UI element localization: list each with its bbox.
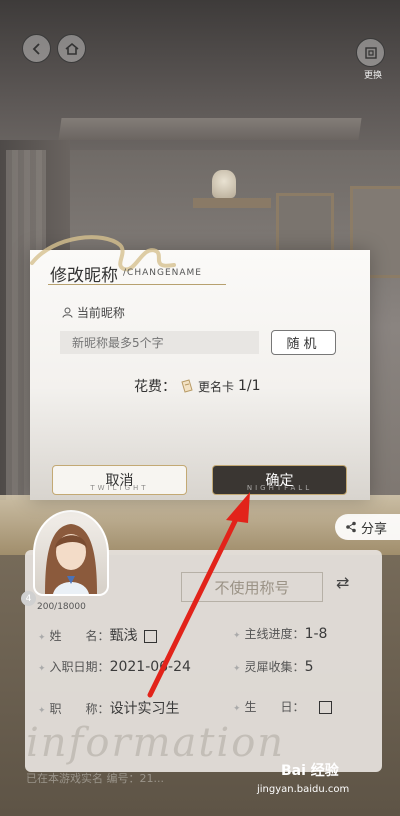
current-nickname-text: 当前昵称	[76, 306, 125, 320]
avatar[interactable]	[33, 510, 109, 596]
edit-birthday-icon[interactable]	[318, 700, 332, 714]
collect-value: 5	[304, 659, 314, 675]
collect-row: ✦ 灵犀收集：5	[233, 658, 313, 675]
back-button[interactable]	[22, 34, 51, 63]
dialog-title-en: /CHANGENAME	[123, 268, 202, 278]
join-date-row: ✦ 入职日期：2021-06-24	[38, 658, 191, 675]
title-divider	[48, 284, 226, 285]
nickname-input[interactable]	[60, 331, 259, 354]
birthday-label: 生 日：	[244, 700, 305, 714]
cost-label: 花费：	[134, 379, 176, 395]
job-row: ✦ 职 称：设计实习生	[38, 698, 180, 718]
home-icon	[64, 42, 79, 55]
current-nickname-label: 当前昵称	[62, 304, 125, 321]
bullet-icon: ✦	[233, 704, 241, 714]
name-row: ✦ 姓 名：甄浅	[38, 625, 157, 645]
script-watermark: information	[26, 720, 286, 766]
join-date-label: 入职日期：	[49, 660, 110, 674]
confirm-sublabel: NIGHTFALL	[246, 484, 313, 492]
rename-card-icon	[181, 379, 193, 393]
change-name-dialog	[30, 250, 370, 500]
exp-value: 200/18000	[37, 602, 86, 612]
dialog-title: 修改昵称	[50, 266, 118, 286]
cost-item-name: 更名卡	[198, 379, 235, 394]
join-date-value: 2021-06-24	[109, 659, 191, 675]
bullet-icon: ✦	[38, 633, 46, 643]
vase	[212, 170, 236, 198]
cost-count: 1/1	[238, 378, 261, 394]
confirm-button[interactable]: 确定 NIGHTFALL	[212, 465, 347, 495]
random-button[interactable]: 随机	[271, 330, 336, 355]
switch-icon	[364, 46, 377, 59]
progress-label: 主线进度：	[244, 627, 305, 641]
name-value: 甄浅	[109, 628, 138, 644]
collect-label: 灵犀收集：	[244, 660, 305, 674]
edit-name-icon[interactable]	[143, 629, 157, 643]
share-label: 分享	[361, 521, 388, 537]
switch-label: 更换	[363, 71, 382, 81]
title-selector[interactable]: 不使用称号	[181, 572, 323, 602]
swap-icon[interactable]: ⇄	[336, 573, 349, 592]
baidu-url: jingyan.baidu.com	[257, 784, 350, 795]
ceiling-edge	[58, 118, 362, 140]
baidu-brand: Bai 经验	[281, 763, 339, 779]
share-icon	[346, 521, 356, 533]
bullet-icon: ✦	[38, 664, 46, 674]
back-arrow-icon	[32, 42, 40, 55]
footer-text: 已在本游戏实名 编号：21...	[26, 772, 164, 785]
switch-button[interactable]	[356, 38, 385, 67]
bullet-icon: ✦	[233, 664, 241, 674]
baidu-watermark: Bai 经验 jingyan.baidu.com	[257, 760, 391, 802]
level-badge: 4	[21, 591, 36, 606]
cost-line: 花费： 更名卡 1/1	[134, 376, 261, 396]
progress-row: ✦ 主线进度：1-8	[233, 625, 327, 642]
user-icon	[62, 307, 73, 318]
wall-shelf	[193, 198, 271, 208]
progress-value: 1-8	[304, 626, 328, 642]
character-portrait	[45, 524, 97, 594]
home-button[interactable]	[57, 34, 86, 63]
cancel-sublabel: TWILIGHT	[90, 484, 149, 492]
birthday-row: ✦ 生 日：	[233, 698, 332, 715]
share-button[interactable]: 分享	[335, 514, 400, 540]
job-label: 职 称：	[49, 702, 110, 716]
cancel-button[interactable]: 取消 TWILIGHT	[52, 465, 187, 495]
name-label: 姓 名：	[49, 629, 110, 643]
bullet-icon: ✦	[233, 631, 241, 641]
job-value: 设计实习生	[109, 701, 180, 717]
bullet-icon: ✦	[38, 706, 46, 716]
